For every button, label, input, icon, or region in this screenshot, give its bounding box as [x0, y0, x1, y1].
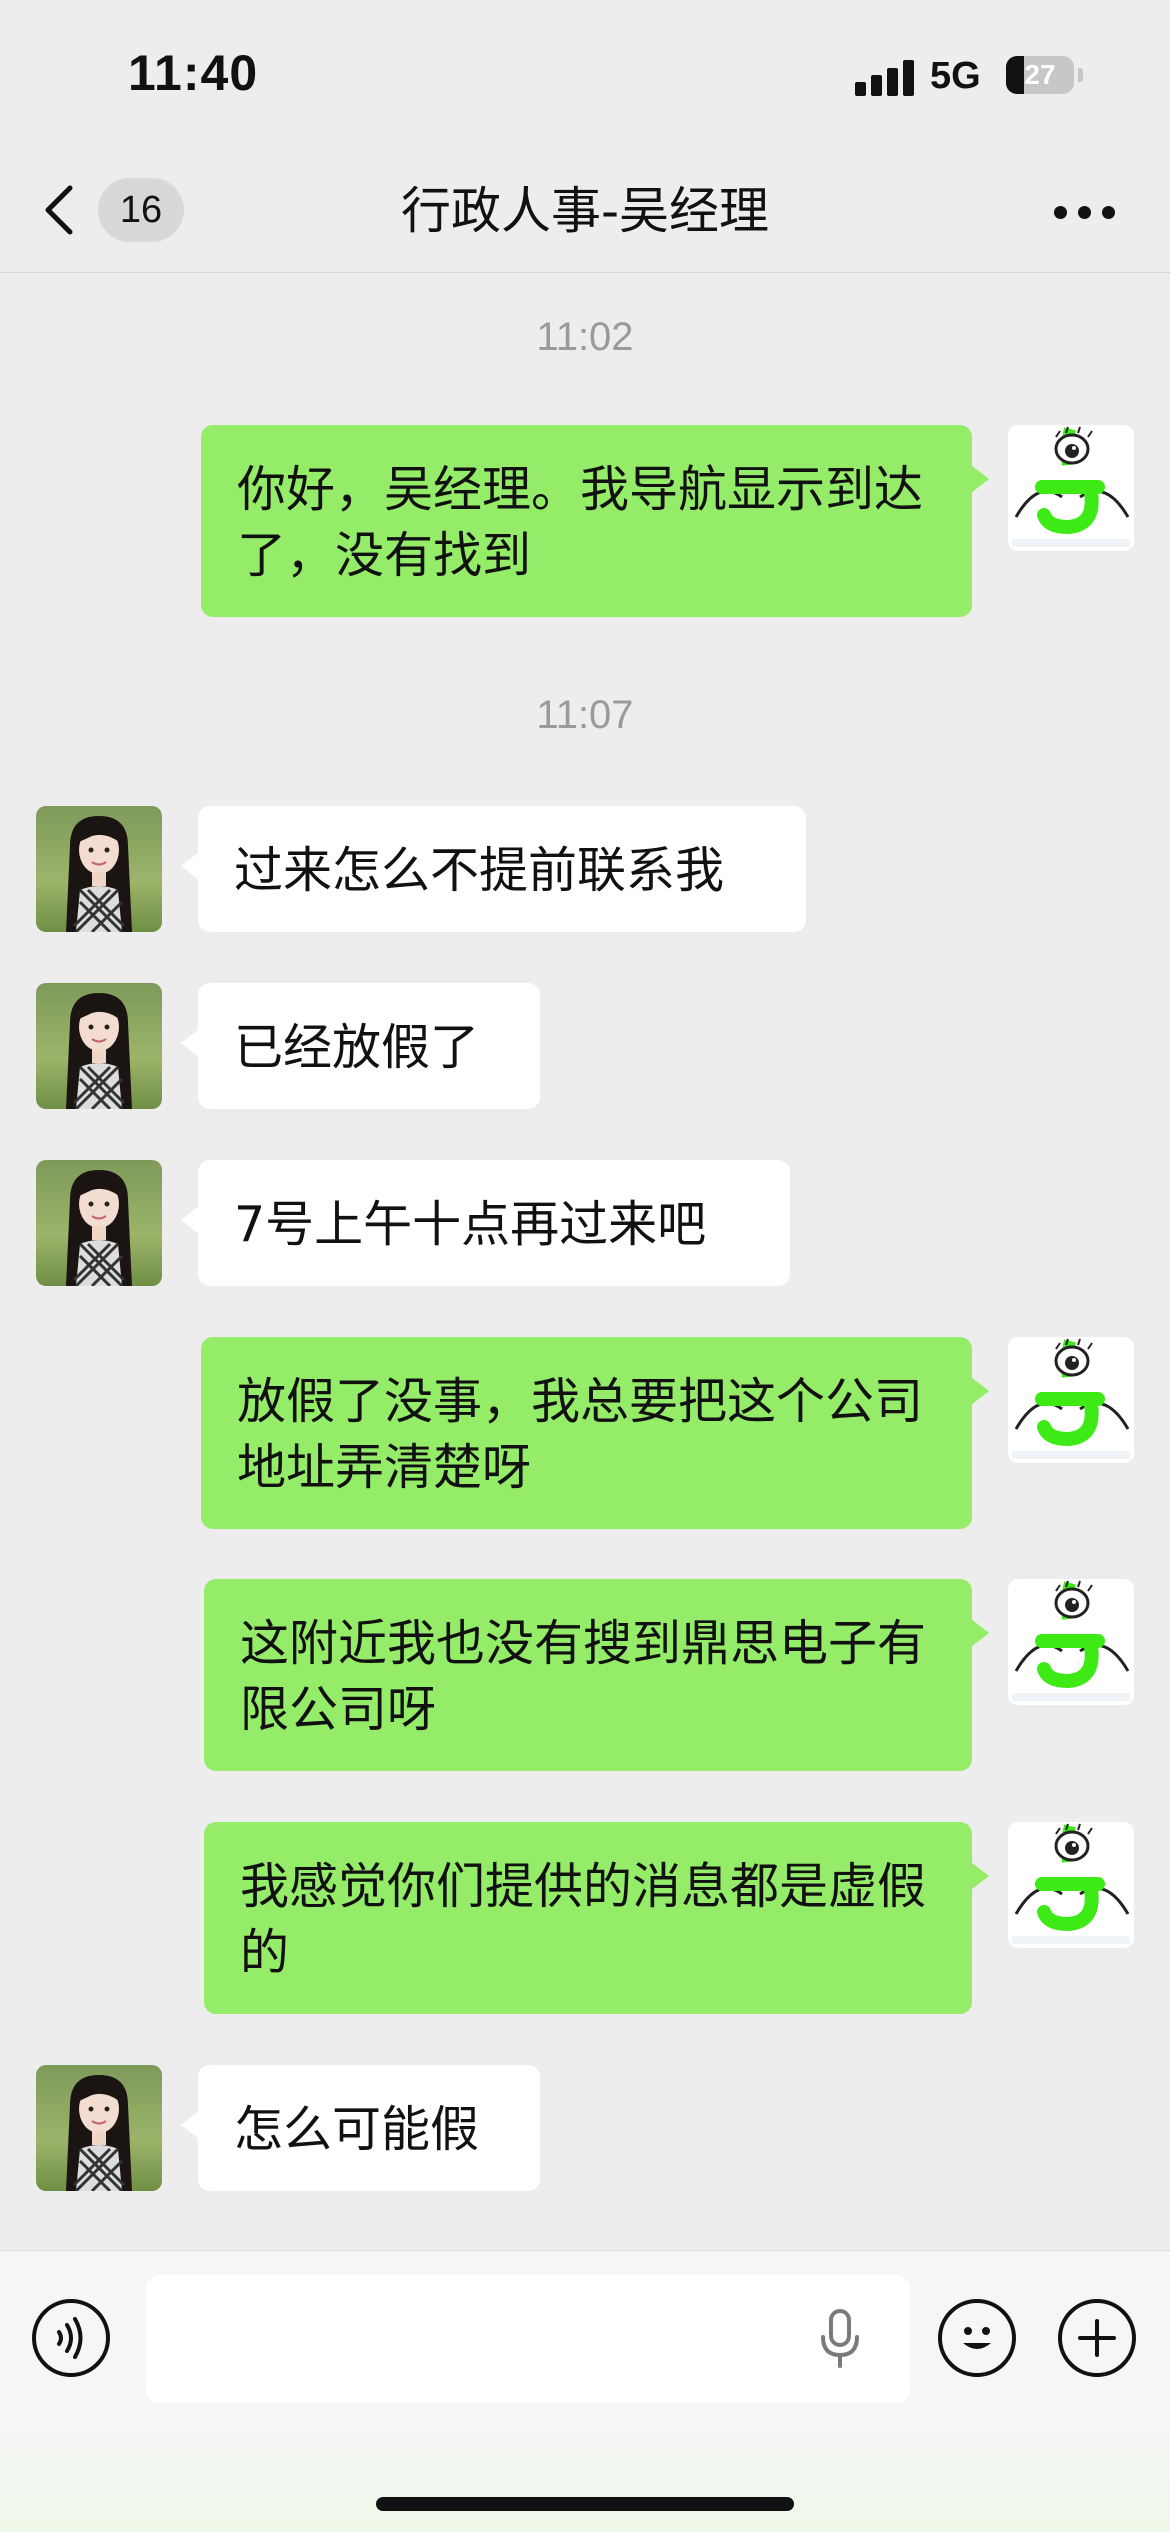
cellular-signal-icon [855, 60, 915, 96]
my-avatar-image [1008, 1579, 1134, 1705]
voice-mode-button[interactable] [32, 2299, 110, 2377]
my-avatar[interactable] [1008, 1579, 1134, 1705]
message-timestamp: 11:07 [536, 693, 634, 737]
my-avatar[interactable] [1008, 1337, 1134, 1463]
my-avatar-image [1008, 1337, 1134, 1463]
contact-avatar[interactable] [36, 806, 162, 932]
message-bubble-received[interactable]: 怎么可能假 [181, 2065, 540, 2191]
microphone-icon[interactable] [818, 2309, 862, 2369]
message-bubble-sent[interactable]: 我感觉你们提供的消息都是虚假的 [204, 1822, 989, 2014]
more-button[interactable] [1050, 180, 1120, 240]
chat-screen: 11:40 5G 27 16 行政人事-吴经理 11:02 你好，吴经理。我导航… [0, 0, 1170, 2532]
contact-avatar-image [36, 2065, 162, 2191]
message-bubble-sent[interactable]: 放假了没事，我总要把这个公司地址弄清楚呀 [201, 1337, 989, 1529]
message-bubble-received[interactable]: 已经放假了 [181, 983, 540, 1109]
chevron-left-icon [45, 185, 73, 235]
message-list[interactable]: 11:02 你好，吴经理。我导航显示到达了，没有找到 11:07 过来怎么不提前… [0, 273, 1170, 2250]
emoji-icon [963, 2327, 991, 2349]
battery-icon: 27 [1006, 56, 1074, 94]
message-bubble-sent[interactable]: 这附近我也没有搜到鼎思电子有限公司呀 [204, 1579, 989, 1771]
input-bar [0, 2250, 1170, 2532]
back-button[interactable]: 16 [40, 172, 190, 248]
contact-avatar[interactable] [36, 2065, 162, 2191]
more-dots-icon [1078, 206, 1091, 219]
plus-icon [1078, 2319, 1116, 2357]
unread-count-badge: 16 [98, 178, 184, 242]
more-dots-icon [1102, 206, 1115, 219]
contact-avatar[interactable] [36, 983, 162, 1109]
my-avatar-image [1008, 1822, 1134, 1948]
status-bar: 11:40 5G 27 [0, 0, 1170, 150]
contact-avatar-image [36, 806, 162, 932]
emoji-button[interactable] [938, 2299, 1016, 2377]
contact-avatar-image [36, 983, 162, 1109]
message-timestamp: 11:02 [536, 315, 634, 359]
contact-avatar[interactable] [36, 1160, 162, 1286]
message-bubble-received[interactable]: 7号上午十点再过来吧 [181, 1160, 790, 1286]
message-bubble-sent[interactable]: 你好，吴经理。我导航显示到达了，没有找到 [201, 425, 989, 617]
my-avatar[interactable] [1008, 425, 1134, 551]
battery-nub [1078, 68, 1083, 82]
voice-mode-icon [57, 2317, 83, 2359]
nav-bar: 16 行政人事-吴经理 [0, 150, 1170, 273]
message-bubble-received[interactable]: 过来怎么不提前联系我 [181, 806, 806, 932]
chat-title: 行政人事-吴经理 [400, 182, 770, 240]
status-time: 11:40 [128, 45, 259, 101]
more-dots-icon [1054, 206, 1067, 219]
my-avatar[interactable] [1008, 1822, 1134, 1948]
home-indicator[interactable] [376, 2497, 794, 2511]
network-type: 5G [930, 55, 981, 97]
plus-button[interactable] [1058, 2299, 1136, 2377]
message-input[interactable] [146, 2275, 910, 2403]
my-avatar-image [1008, 425, 1134, 551]
battery-level: 27 [1024, 59, 1056, 90]
contact-avatar-image [36, 1160, 162, 1286]
